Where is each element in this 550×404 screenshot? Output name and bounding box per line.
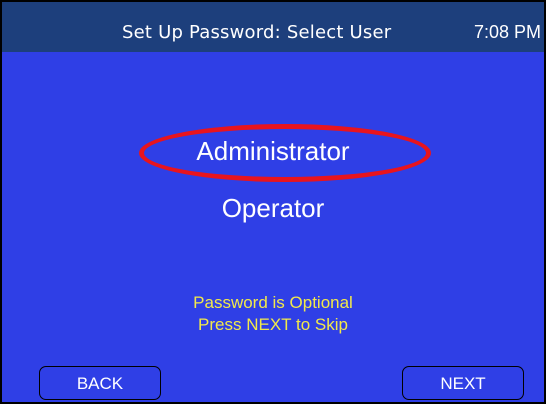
- main-panel: Administrator Operator Password is Optio…: [2, 52, 544, 402]
- header-bar: Set Up Password: Select User 7:08 PM: [2, 2, 544, 52]
- clock: 7:08 PM: [473, 22, 541, 42]
- notice-optional: Password is Optional: [193, 293, 353, 312]
- screen-frame: Set Up Password: Select User 7:08 PM Adm…: [0, 0, 546, 404]
- user-option-administrator[interactable]: Administrator: [2, 136, 544, 167]
- next-button[interactable]: NEXT: [402, 366, 524, 400]
- page-title: Set Up Password: Select User: [122, 22, 392, 43]
- notice-skip: Press NEXT to Skip: [198, 315, 348, 334]
- user-option-operator[interactable]: Operator: [2, 193, 544, 224]
- back-button[interactable]: BACK: [39, 366, 161, 400]
